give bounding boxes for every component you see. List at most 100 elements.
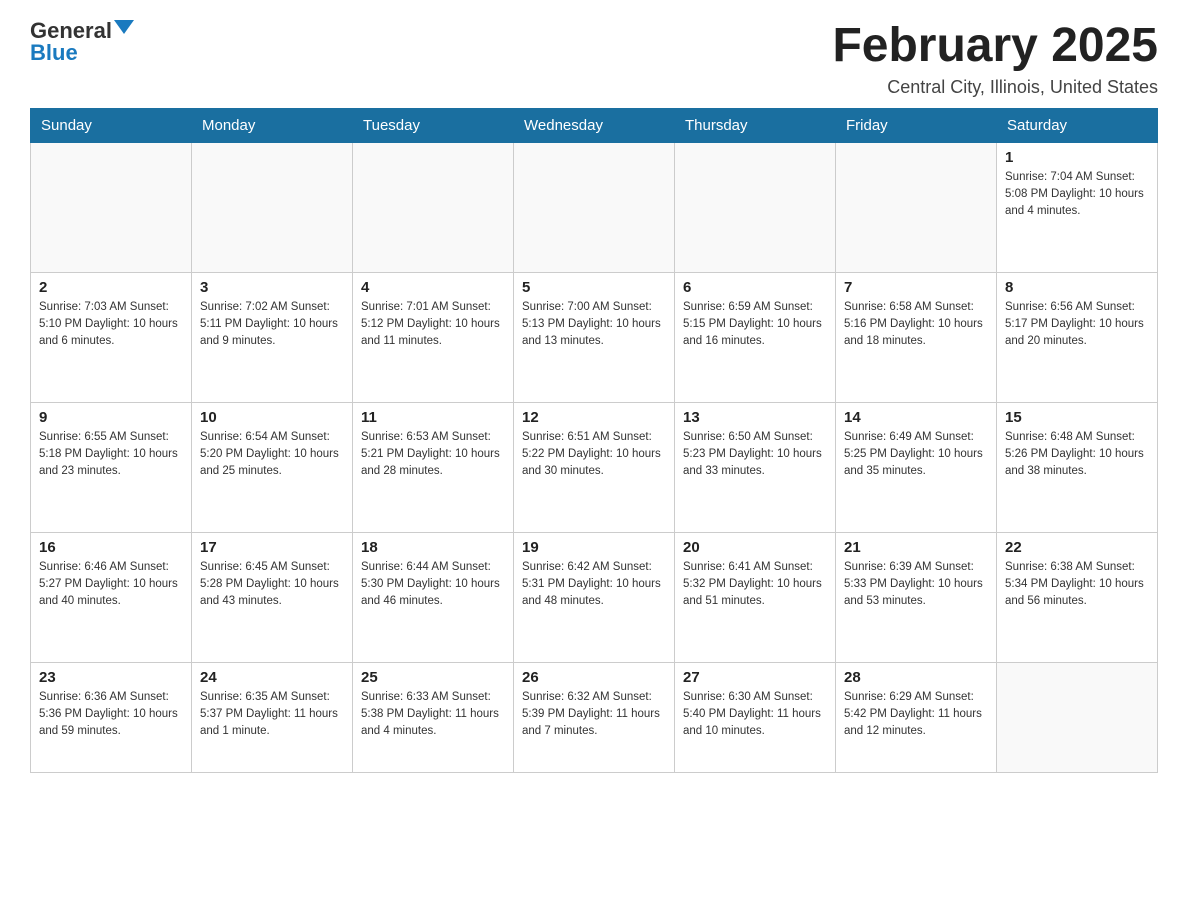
calendar-cell: 11 Sunrise: 6:53 AM Sunset: 5:21 PM Dayli… — [353, 402, 514, 532]
day-number: 14 — [844, 409, 988, 426]
day-info: Sunrise: 6:39 AM Sunset: 5:33 PM Dayligh… — [844, 559, 988, 611]
calendar-week-row: 9 Sunrise: 6:55 AM Sunset: 5:18 PM Daylig… — [31, 402, 1158, 532]
day-info: Sunrise: 6:56 AM Sunset: 5:17 PM Dayligh… — [1005, 299, 1149, 351]
weekday-header: Thursday — [675, 108, 836, 142]
calendar-week-row: 2 Sunrise: 7:03 AM Sunset: 5:10 PM Daylig… — [31, 272, 1158, 402]
calendar-cell: 17Sunrise: 6:45 AM Sunset: 5:28 PM Dayli… — [192, 532, 353, 662]
day-number: 16 — [39, 539, 183, 556]
day-number: 25 — [361, 669, 505, 686]
day-number: 8 — [1005, 279, 1149, 296]
day-info: Sunrise: 6:50 AM Sunset: 5:23 PM Dayligh… — [683, 429, 827, 481]
month-title: February 2025 — [832, 20, 1158, 73]
calendar-cell: 14Sunrise: 6:49 AM Sunset: 5:25 PM Dayli… — [836, 402, 997, 532]
calendar-cell: 27Sunrise: 6:30 AM Sunset: 5:40 PM Dayli… — [675, 662, 836, 772]
day-info: Sunrise: 7:03 AM Sunset: 5:10 PM Dayligh… — [39, 299, 183, 351]
calendar-table: SundayMondayTuesdayWednesdayThursdayFrid… — [30, 108, 1158, 773]
calendar-cell — [353, 142, 514, 272]
day-number: 19 — [522, 539, 666, 556]
page-header: General Blue February 2025 Central City,… — [30, 20, 1158, 98]
calendar-cell: 20Sunrise: 6:41 AM Sunset: 5:32 PM Dayli… — [675, 532, 836, 662]
day-info: Sunrise: 6:46 AM Sunset: 5:27 PM Dayligh… — [39, 559, 183, 611]
day-number: 12 — [522, 409, 666, 426]
calendar-cell — [31, 142, 192, 272]
day-number: 6 — [683, 279, 827, 296]
logo-triangle-icon — [114, 20, 134, 34]
day-number: 11 — [361, 409, 505, 426]
day-info: Sunrise: 6:36 AM Sunset: 5:36 PM Dayligh… — [39, 689, 183, 741]
day-info: Sunrise: 7:02 AM Sunset: 5:11 PM Dayligh… — [200, 299, 344, 351]
day-number: 23 — [39, 669, 183, 686]
day-number: 22 — [1005, 539, 1149, 556]
day-info: Sunrise: 6:48 AM Sunset: 5:26 PM Dayligh… — [1005, 429, 1149, 481]
day-info: Sunrise: 6:44 AM Sunset: 5:30 PM Dayligh… — [361, 559, 505, 611]
day-info: Sunrise: 7:01 AM Sunset: 5:12 PM Dayligh… — [361, 299, 505, 351]
calendar-cell: 25 Sunrise: 6:33 AM Sunset: 5:38 PM Dayli… — [353, 662, 514, 772]
weekday-header: Friday — [836, 108, 997, 142]
day-info: Sunrise: 6:32 AM Sunset: 5:39 PM Dayligh… — [522, 689, 666, 741]
location-title: Central City, Illinois, United States — [832, 77, 1158, 98]
day-number: 13 — [683, 409, 827, 426]
day-number: 5 — [522, 279, 666, 296]
calendar-header-row: SundayMondayTuesdayWednesdayThursdayFrid… — [31, 108, 1158, 142]
calendar-cell: 8 Sunrise: 6:56 AM Sunset: 5:17 PM Daylig… — [997, 272, 1158, 402]
day-number: 17 — [200, 539, 344, 556]
calendar-week-row: 16 Sunrise: 6:46 AM Sunset: 5:27 PM Dayli… — [31, 532, 1158, 662]
calendar-cell: 21 Sunrise: 6:39 AM Sunset: 5:33 PM Dayli… — [836, 532, 997, 662]
day-number: 24 — [200, 669, 344, 686]
weekday-header: Tuesday — [353, 108, 514, 142]
day-info: Sunrise: 6:54 AM Sunset: 5:20 PM Dayligh… — [200, 429, 344, 481]
title-block: February 2025 Central City, Illinois, Un… — [832, 20, 1158, 98]
day-number: 28 — [844, 669, 988, 686]
day-number: 15 — [1005, 409, 1149, 426]
day-number: 18 — [361, 539, 505, 556]
day-info: Sunrise: 6:33 AM Sunset: 5:38 PM Dayligh… — [361, 689, 505, 741]
day-number: 1 — [1005, 149, 1149, 166]
calendar-cell: 18 Sunrise: 6:44 AM Sunset: 5:30 PM Dayli… — [353, 532, 514, 662]
day-info: Sunrise: 6:58 AM Sunset: 5:16 PM Dayligh… — [844, 299, 988, 351]
calendar-week-row: 23 Sunrise: 6:36 AM Sunset: 5:36 PM Dayli… — [31, 662, 1158, 772]
day-info: Sunrise: 6:29 AM Sunset: 5:42 PM Dayligh… — [844, 689, 988, 741]
day-number: 26 — [522, 669, 666, 686]
weekday-header: Monday — [192, 108, 353, 142]
day-number: 4 — [361, 279, 505, 296]
calendar-cell: 22 Sunrise: 6:38 AM Sunset: 5:34 PM Dayli… — [997, 532, 1158, 662]
calendar-cell — [514, 142, 675, 272]
day-info: Sunrise: 6:55 AM Sunset: 5:18 PM Dayligh… — [39, 429, 183, 481]
calendar-cell: 9 Sunrise: 6:55 AM Sunset: 5:18 PM Daylig… — [31, 402, 192, 532]
day-info: Sunrise: 6:41 AM Sunset: 5:32 PM Dayligh… — [683, 559, 827, 611]
weekday-header: Saturday — [997, 108, 1158, 142]
calendar-cell: 24 Sunrise: 6:35 AM Sunset: 5:37 PM Dayli… — [192, 662, 353, 772]
day-info: Sunrise: 6:59 AM Sunset: 5:15 PM Dayligh… — [683, 299, 827, 351]
calendar-cell: 15 Sunrise: 6:48 AM Sunset: 5:26 PM Dayli… — [997, 402, 1158, 532]
day-info: Sunrise: 7:04 AM Sunset: 5:08 PM Dayligh… — [1005, 169, 1149, 221]
calendar-cell — [836, 142, 997, 272]
calendar-cell: 19Sunrise: 6:42 AM Sunset: 5:31 PM Dayli… — [514, 532, 675, 662]
day-info: Sunrise: 7:00 AM Sunset: 5:13 PM Dayligh… — [522, 299, 666, 351]
calendar-cell: 16 Sunrise: 6:46 AM Sunset: 5:27 PM Dayli… — [31, 532, 192, 662]
day-number: 2 — [39, 279, 183, 296]
logo-general-text: General — [30, 20, 112, 42]
calendar-cell: 5 Sunrise: 7:00 AM Sunset: 5:13 PM Daylig… — [514, 272, 675, 402]
calendar-cell: 13 Sunrise: 6:50 AM Sunset: 5:23 PM Dayli… — [675, 402, 836, 532]
day-number: 7 — [844, 279, 988, 296]
calendar-cell: 10Sunrise: 6:54 AM Sunset: 5:20 PM Dayli… — [192, 402, 353, 532]
logo: General Blue — [30, 20, 134, 64]
day-info: Sunrise: 6:53 AM Sunset: 5:21 PM Dayligh… — [361, 429, 505, 481]
calendar-cell: 6 Sunrise: 6:59 AM Sunset: 5:15 PM Daylig… — [675, 272, 836, 402]
calendar-cell: 1 Sunrise: 7:04 AM Sunset: 5:08 PM Daylig… — [997, 142, 1158, 272]
day-info: Sunrise: 6:35 AM Sunset: 5:37 PM Dayligh… — [200, 689, 344, 741]
logo-blue-text: Blue — [30, 42, 78, 64]
calendar-cell: 7 Sunrise: 6:58 AM Sunset: 5:16 PM Daylig… — [836, 272, 997, 402]
calendar-cell: 4 Sunrise: 7:01 AM Sunset: 5:12 PM Daylig… — [353, 272, 514, 402]
calendar-cell — [192, 142, 353, 272]
calendar-cell — [997, 662, 1158, 772]
day-number: 9 — [39, 409, 183, 426]
day-number: 21 — [844, 539, 988, 556]
calendar-cell — [675, 142, 836, 272]
calendar-cell: 3Sunrise: 7:02 AM Sunset: 5:11 PM Daylig… — [192, 272, 353, 402]
day-info: Sunrise: 6:38 AM Sunset: 5:34 PM Dayligh… — [1005, 559, 1149, 611]
day-info: Sunrise: 6:30 AM Sunset: 5:40 PM Dayligh… — [683, 689, 827, 741]
calendar-cell: 12Sunrise: 6:51 AM Sunset: 5:22 PM Dayli… — [514, 402, 675, 532]
calendar-cell: 23 Sunrise: 6:36 AM Sunset: 5:36 PM Dayli… — [31, 662, 192, 772]
weekday-header: Sunday — [31, 108, 192, 142]
